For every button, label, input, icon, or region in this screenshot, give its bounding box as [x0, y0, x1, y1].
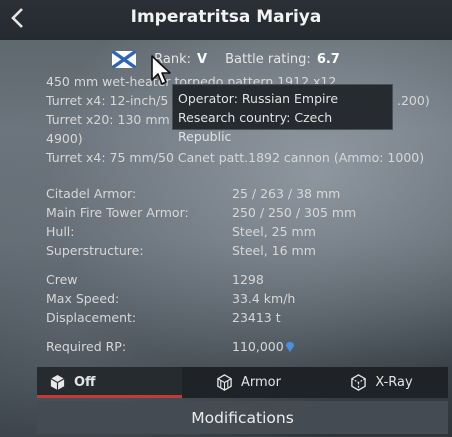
tooltip-operator: Operator: Russian Empire — [178, 91, 339, 106]
mouse-cursor-icon — [151, 55, 171, 85]
operator-tooltip: Operator: Russian Empire Research countr… — [172, 84, 393, 144]
required-rp-label: Required RP: — [46, 339, 127, 354]
spec-label: Crew — [46, 272, 78, 287]
xray-cube-icon — [351, 374, 367, 391]
spec-label: Max Speed: — [46, 291, 120, 306]
view-mode-tabs: Off Armor X-Ray — [37, 367, 448, 398]
vehicle-title: Imperatritsa Mariya — [130, 7, 322, 27]
tab-off-label: Off — [74, 375, 96, 390]
armor-value: 25 / 263 / 38 mm — [232, 186, 341, 201]
armament-line-tail: .200) — [397, 93, 430, 108]
tooltip-research-country: Research country: Czech Republic — [178, 110, 333, 144]
armor-label: Superstructure: — [46, 243, 144, 258]
tab-off[interactable]: Off — [37, 367, 182, 398]
tab-armor-label: Armor — [241, 375, 281, 390]
spec-value: 23413 t — [232, 310, 281, 325]
tab-xray[interactable]: X-Ray — [315, 367, 448, 398]
tab-armor[interactable]: Armor — [182, 367, 315, 398]
armament-line: Turret x20: 130 mm — [46, 112, 170, 127]
cube-icon — [50, 374, 65, 391]
required-rp-value: 110,000 — [232, 339, 284, 354]
armament-line: 4900) — [46, 131, 83, 146]
rank-row: Rank: V Battle rating: 6.7 — [0, 49, 452, 69]
spec-value: 33.4 km/h — [232, 291, 296, 306]
armor-value: 250 / 250 / 305 mm — [232, 205, 357, 220]
armor-label: Main Fire Tower Armor: — [46, 205, 189, 220]
armor-value: Steel, 25 mm — [232, 224, 316, 239]
header-bar: Imperatritsa Mariya — [0, 0, 452, 40]
armor-cube-icon — [217, 374, 232, 391]
spec-value: 1298 — [232, 272, 264, 287]
armament-line: Turret x4: 75 mm/50 Canet patt.1892 cann… — [46, 150, 425, 165]
naval-ensign-flag-icon — [112, 50, 137, 68]
rank-value: V — [197, 51, 208, 67]
required-rp: 110,000 — [232, 339, 294, 354]
spec-label: Displacement: — [46, 310, 137, 325]
battle-rating-value: 6.7 — [316, 51, 340, 67]
research-point-icon — [285, 342, 294, 352]
armor-label: Citadel Armor: — [46, 186, 137, 201]
armor-value: Steel, 16 mm — [232, 243, 316, 258]
battle-rating-label: Battle rating: — [225, 51, 311, 67]
armament-line: Turret x4: 12-inch/5 — [46, 93, 169, 108]
tab-xray-label: X-Ray — [375, 375, 413, 390]
armor-label: Hull: — [46, 224, 75, 239]
modifications-button[interactable]: Modifications — [37, 401, 448, 434]
